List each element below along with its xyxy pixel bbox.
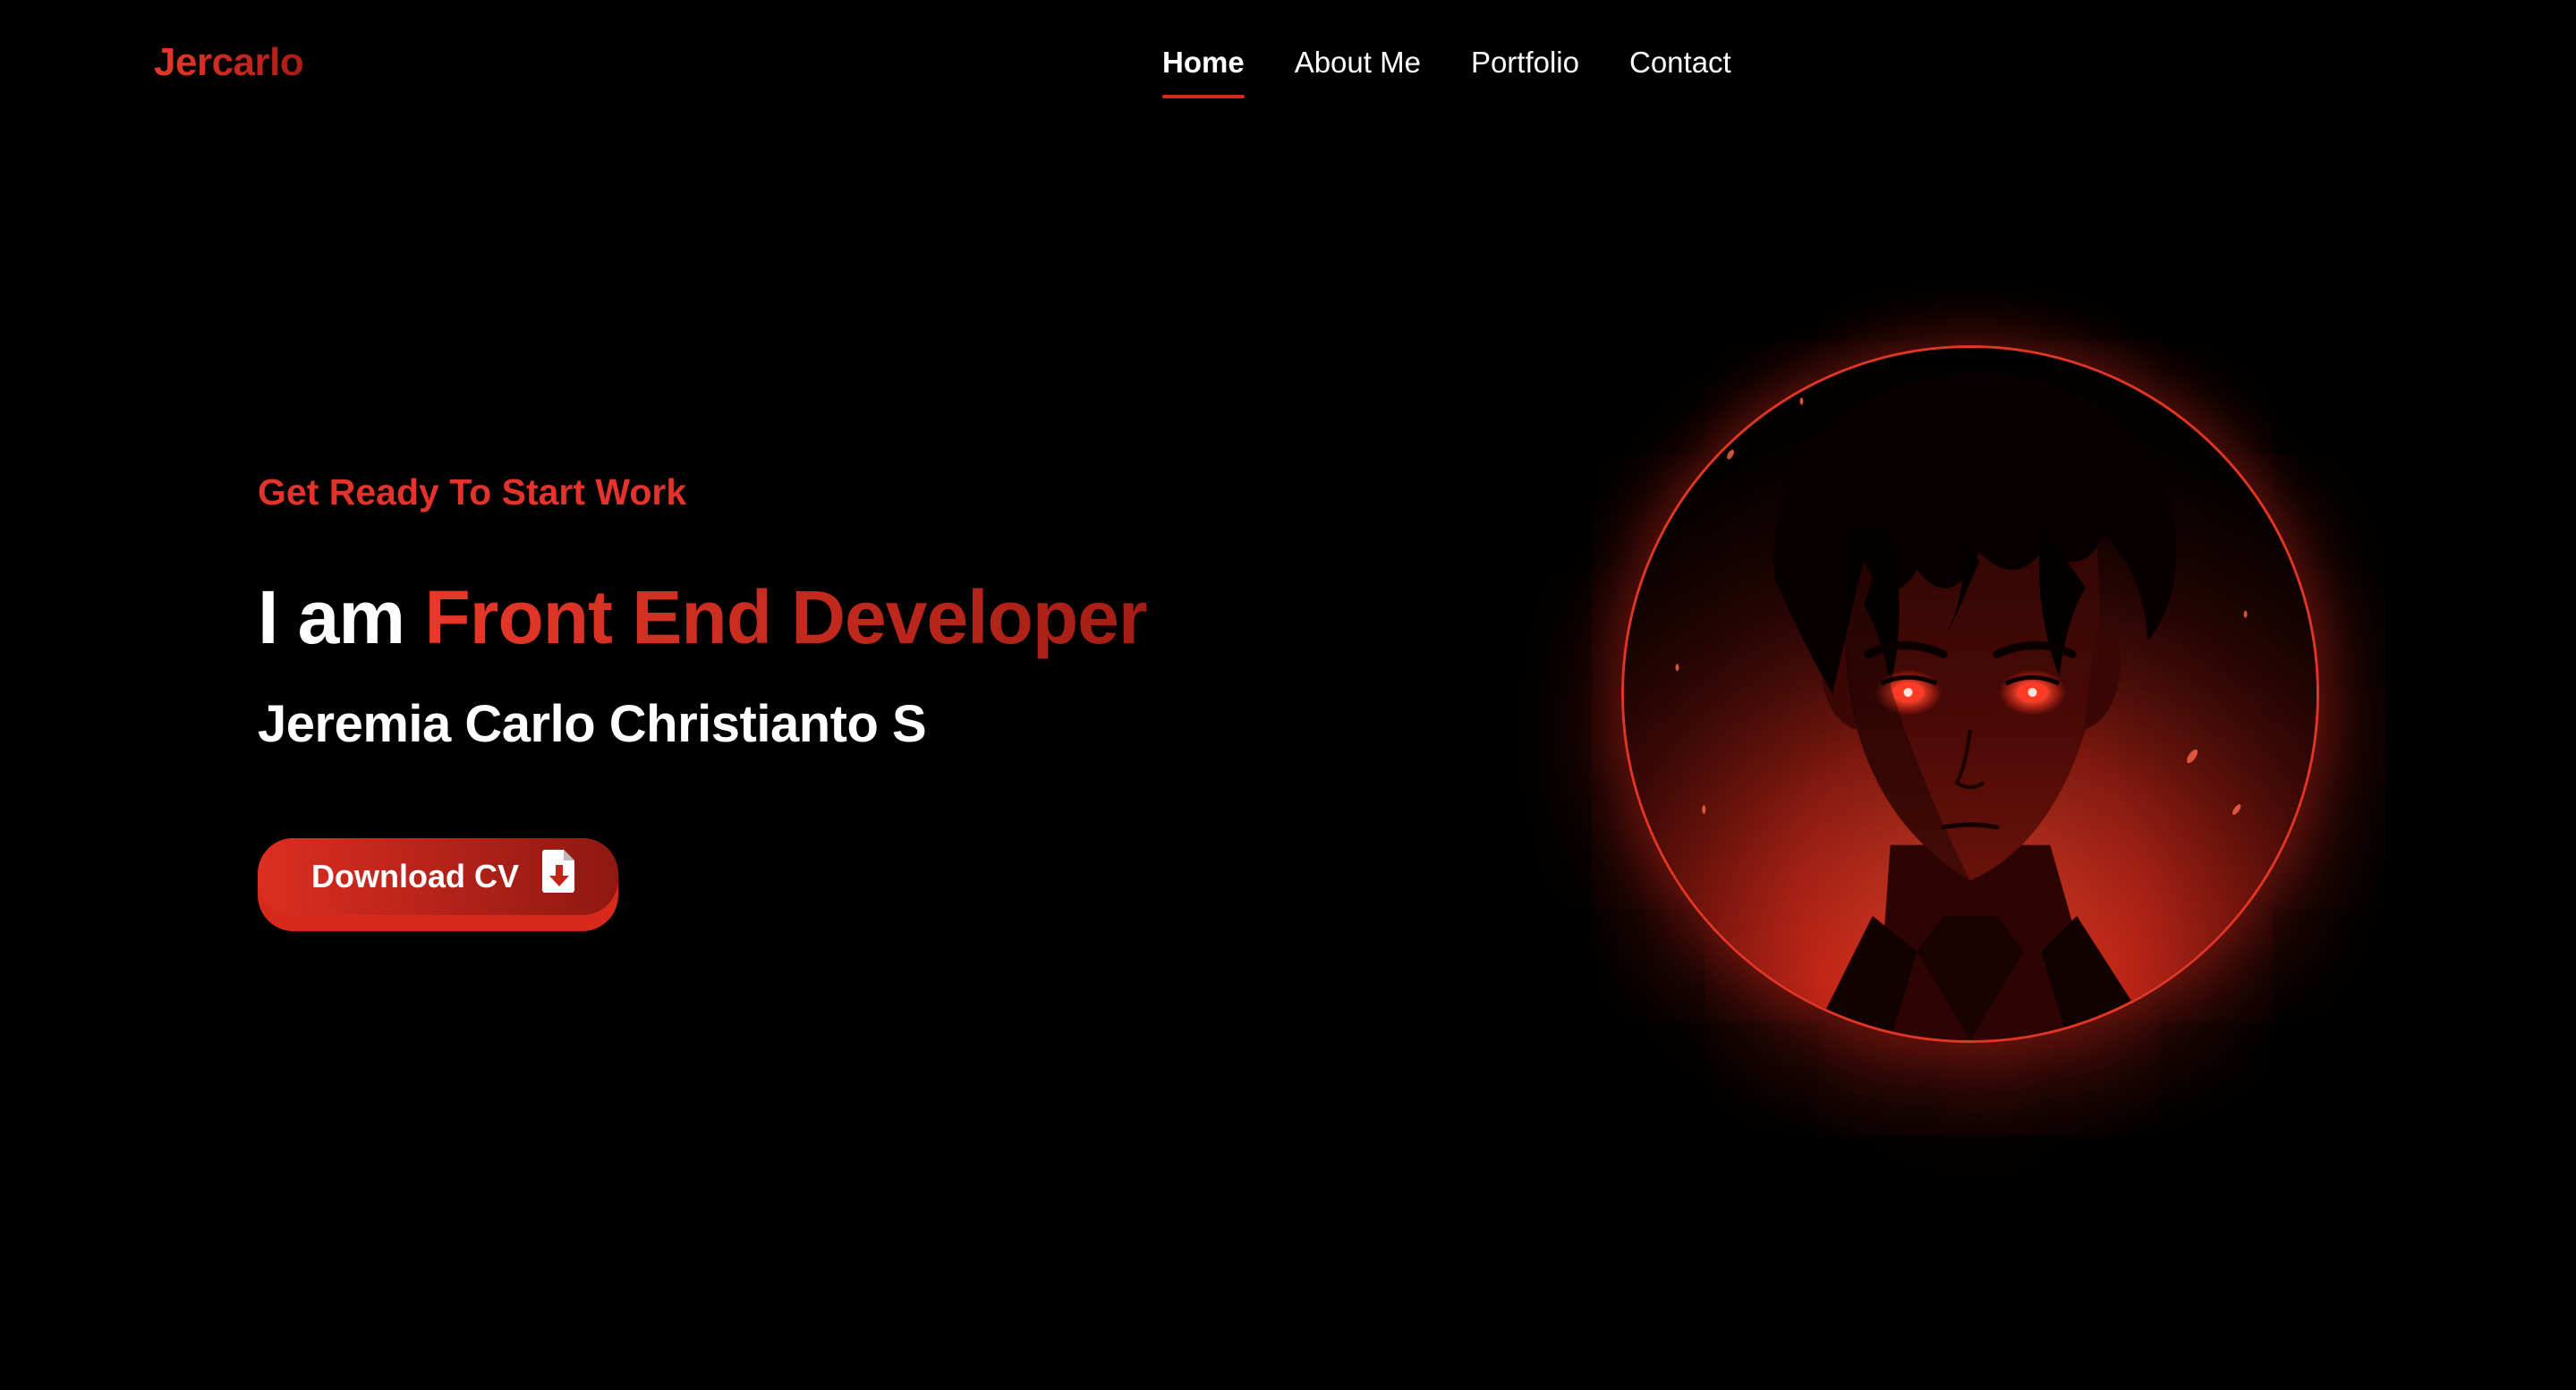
download-cv-label: Download CV [311,858,519,894]
nav-link-home[interactable]: Home [1162,39,1245,98]
portrait-image [1621,345,2319,1043]
page: Jercarlo Home About Me Portfolio Contact… [0,0,2576,1390]
nav-link-contact[interactable]: Contact [1629,39,1731,86]
nav-link-portfolio-label: Portfolio [1470,46,1579,79]
hero-section: Get Ready To Start Work I am Front End D… [258,465,1287,760]
nav-link-portfolio[interactable]: Portfolio [1471,39,1579,86]
file-download-icon [542,850,576,893]
portrait-frame [1621,345,2319,1043]
site-logo[interactable]: Jercarlo [154,36,304,89]
hero-name: Jeremia Carlo Christianto S [258,695,927,753]
download-cv-button-face: Download CV [258,838,618,915]
headline-role: Front End Developer [424,575,1147,659]
hero-headline: I am Front End Developer [258,572,1287,662]
active-nav-indicator [1162,95,1245,98]
nav-link-contact-label: Contact [1629,46,1731,79]
hero-tagline: Get Ready To Start Work [258,471,687,513]
navbar: Jercarlo Home About Me Portfolio Contact [0,0,2576,125]
nav-link-about-me[interactable]: About Me [1295,39,1421,86]
download-cv-button[interactable]: Download CV [258,838,618,931]
nav-link-about-me-label: About Me [1294,46,1421,79]
nav-link-home-label: Home [1162,46,1245,79]
headline-prefix: I am [258,575,405,659]
nav-links: Home About Me Portfolio Contact [1162,39,1731,98]
